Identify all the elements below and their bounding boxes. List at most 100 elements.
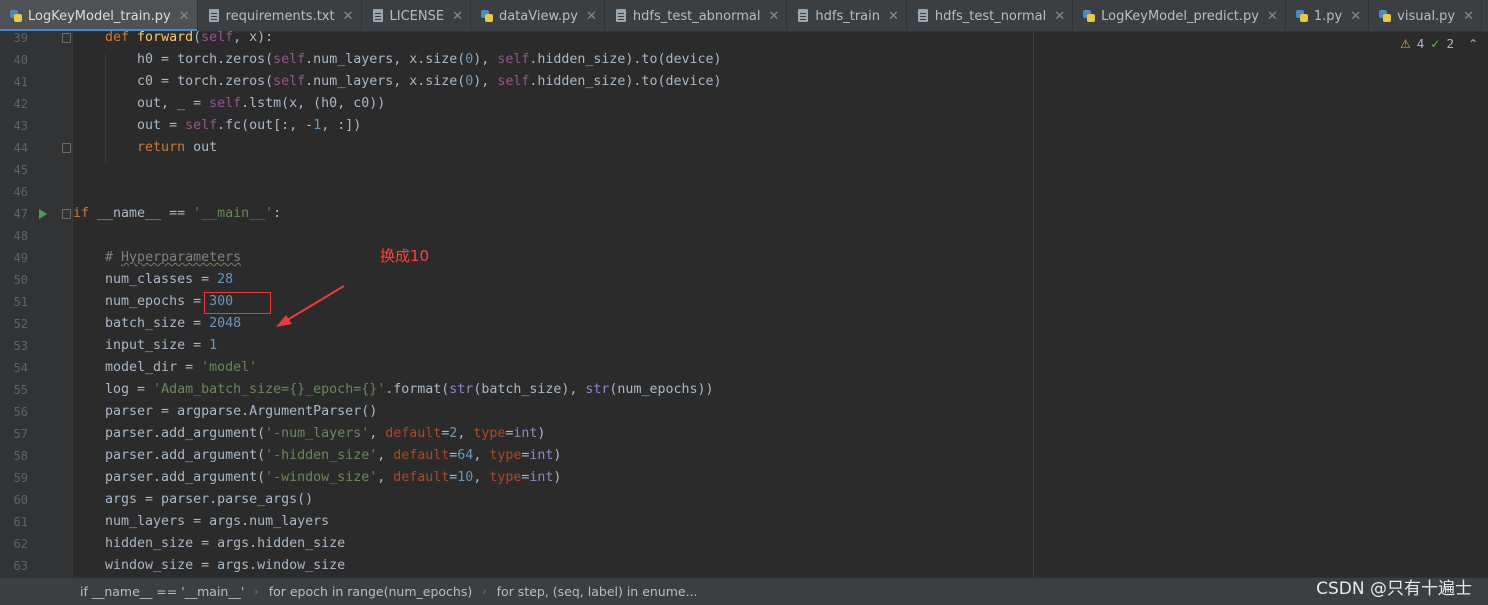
code-token: str xyxy=(585,382,610,397)
code-editor[interactable]: 39 def forward(self, x): 40 h0 = torch.ze… xyxy=(0,30,1488,577)
code-token: int xyxy=(513,426,538,441)
code-token: window_size = args.window_size xyxy=(73,558,346,573)
close-icon[interactable]: ✕ xyxy=(452,9,463,24)
run-gutter-icon[interactable] xyxy=(39,209,47,219)
code-token: , xyxy=(377,470,394,485)
close-icon[interactable]: ✕ xyxy=(888,9,899,24)
code-line[interactable]: 42 out, _ = self.lstm(x, (h0, c0)) xyxy=(0,93,1030,115)
code-token: parser.add_argument( xyxy=(73,448,266,463)
code-token: if xyxy=(73,206,98,221)
fold-marker-icon[interactable] xyxy=(62,143,71,153)
line-number: 42 xyxy=(13,97,28,111)
code-line[interactable]: 59 parser.add_argument('-window_size', d… xyxy=(0,467,1030,489)
code-token: int xyxy=(529,448,554,463)
tab-9[interactable]: visual.py ✕ xyxy=(1369,0,1483,31)
close-icon[interactable]: ✕ xyxy=(1267,9,1278,24)
line-number: 46 xyxy=(13,185,28,199)
code-line[interactable]: 57 parser.add_argument('-num_layers', de… xyxy=(0,423,1030,445)
code-line[interactable]: 53 input_size = 1 xyxy=(0,335,1030,357)
code-token: self xyxy=(497,52,530,67)
code-text: parser.add_argument('-num_layers', defau… xyxy=(73,423,545,445)
tab-label: 1.py xyxy=(1313,8,1343,24)
close-icon[interactable]: ✕ xyxy=(1350,9,1361,24)
code-line[interactable]: 44 return out xyxy=(0,137,1030,159)
line-number: 58 xyxy=(13,449,28,463)
code-line[interactable]: 48 xyxy=(0,225,1030,247)
code-token: '-num_layers' xyxy=(265,426,370,441)
code-line[interactable]: 46 xyxy=(0,181,1030,203)
code-line[interactable]: 47 if __name__ == '__main__': xyxy=(0,203,1030,225)
breadcrumb-item[interactable]: if __name__ == '__main__' xyxy=(76,584,248,599)
check-icon[interactable]: ✓ xyxy=(1430,37,1440,51)
code-token: '__main__' xyxy=(193,206,274,221)
close-icon[interactable]: ✕ xyxy=(179,9,190,24)
code-text: parser.add_argument('-hidden_size', defa… xyxy=(73,445,561,467)
fold-marker-icon[interactable] xyxy=(62,33,71,43)
annotation-highlight-box xyxy=(204,292,271,314)
code-line[interactable]: 52 batch_size = 2048 xyxy=(0,313,1030,335)
code-token: .num_layers, x.size( xyxy=(305,52,466,67)
code-token: model_dir = xyxy=(73,360,202,375)
code-line[interactable]: 43 out = self.fc(out[:, -1, :]) xyxy=(0,115,1030,137)
code-line[interactable]: 50 num_classes = 28 xyxy=(0,269,1030,291)
code-text: window_size = args.window_size xyxy=(73,555,345,577)
code-line[interactable]: 63 window_size = args.window_size xyxy=(0,555,1030,577)
line-number: 52 xyxy=(13,317,28,331)
code-token: num_layers = args.num_layers xyxy=(73,514,330,529)
code-token: input_size = xyxy=(73,338,210,353)
code-token: .format( xyxy=(385,382,450,397)
code-token: self xyxy=(273,74,306,89)
close-icon[interactable]: ✕ xyxy=(768,9,779,24)
close-icon[interactable]: ✕ xyxy=(1054,9,1065,24)
code-token: .hidden_size).to(device) xyxy=(529,52,722,67)
code-token: 'Adam_batch_size={}_epoch={}' xyxy=(153,382,386,397)
close-icon[interactable]: ✕ xyxy=(1463,9,1474,24)
python-file-icon xyxy=(480,9,494,23)
tab-7[interactable]: LogKeyModel_predict.py ✕ xyxy=(1073,0,1286,31)
warning-icon[interactable]: ⚠ xyxy=(1400,37,1411,51)
tab-label: LICENSE xyxy=(389,8,445,24)
code-line[interactable]: 58 parser.add_argument('-hidden_size', d… xyxy=(0,445,1030,467)
code-token: default xyxy=(393,448,450,463)
fold-marker-icon[interactable] xyxy=(62,209,71,219)
code-token: 'model' xyxy=(201,360,258,375)
breadcrumb-item[interactable]: for step, (seq, label) in enume... xyxy=(493,584,702,599)
code-token: 10 xyxy=(457,470,474,485)
close-icon[interactable]: ✕ xyxy=(586,9,597,24)
annotation-arrow-icon xyxy=(276,285,345,327)
line-number: 59 xyxy=(13,471,28,485)
code-token: Hyperparameters xyxy=(121,250,242,265)
code-token: args = parser.parse_args() xyxy=(73,492,314,507)
code-line[interactable]: 41 c0 = torch.zeros(self.num_layers, x.s… xyxy=(0,71,1030,93)
code-lines[interactable]: 39 def forward(self, x): 40 h0 = torch.ze… xyxy=(0,27,1030,577)
code-line[interactable]: 54 model_dir = 'model' xyxy=(0,357,1030,379)
code-line[interactable]: 51 num_epochs = 300 xyxy=(0,291,1030,313)
code-line[interactable]: 61 num_layers = args.num_layers xyxy=(0,511,1030,533)
code-line[interactable]: 62 hidden_size = args.hidden_size xyxy=(0,533,1030,555)
chevron-up-icon[interactable]: ⌃ xyxy=(1468,37,1478,51)
tab-label: hdfs_train xyxy=(815,8,880,24)
code-token: type xyxy=(489,470,522,485)
text-file-icon xyxy=(916,9,930,23)
breadcrumb-item[interactable]: for epoch in range(num_epochs) xyxy=(265,584,477,599)
code-line[interactable]: 56 parser = argparse.ArgumentParser() xyxy=(0,401,1030,423)
code-line[interactable]: 45 xyxy=(0,159,1030,181)
code-token: (batch_size), xyxy=(473,382,586,397)
code-token: __name__ == xyxy=(97,206,194,221)
inspection-widget[interactable]: ⚠ 4 ✓ 2 ⌃ ⌄ xyxy=(1400,37,1488,51)
tab-label: LogKeyModel_train.py xyxy=(28,8,171,24)
code-line[interactable]: 60 args = parser.parse_args() xyxy=(0,489,1030,511)
code-line[interactable]: 49 # Hyperparameters xyxy=(0,247,1030,269)
line-number: 43 xyxy=(13,119,28,133)
code-text: parser.add_argument('-window_size', defa… xyxy=(73,467,561,489)
code-token: ), xyxy=(473,52,498,67)
code-line[interactable]: 55 log = 'Adam_batch_size={}_epoch={}'.f… xyxy=(0,379,1030,401)
code-line[interactable]: 39 def forward(self, x): xyxy=(0,27,1030,49)
code-line[interactable]: 40 h0 = torch.zeros(self.num_layers, x.s… xyxy=(0,49,1030,71)
tab-8[interactable]: 1.py ✕ xyxy=(1286,0,1370,31)
tab-label: LogKeyModel_predict.py xyxy=(1101,8,1259,24)
code-text: batch_size = 2048 xyxy=(73,313,241,335)
close-icon[interactable]: ✕ xyxy=(343,9,354,24)
line-number: 48 xyxy=(13,229,28,243)
python-file-icon xyxy=(1378,9,1392,23)
